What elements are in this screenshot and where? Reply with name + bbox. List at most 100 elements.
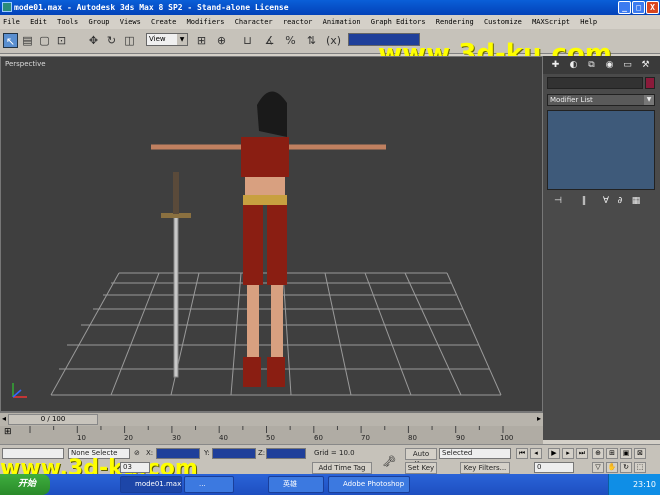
menu-customize[interactable]: Customize <box>484 18 522 26</box>
perspective-viewport[interactable]: Perspective <box>0 56 543 412</box>
named-selection-icon[interactable]: (x) <box>326 33 341 48</box>
field-of-view-icon[interactable]: ▽ <box>592 462 604 473</box>
prev-frame-icon[interactable]: ◂ <box>2 414 6 423</box>
select-manipulate-icon[interactable]: ⊕ <box>214 33 229 48</box>
zoom-extents-icon[interactable]: ▣ <box>620 448 632 459</box>
zoom-extents-all-icon[interactable]: ⊠ <box>634 448 646 459</box>
object-color-swatch[interactable] <box>645 77 655 89</box>
tick-label: 60 <box>314 434 323 442</box>
pin-stack-icon[interactable]: ⊣ <box>551 194 565 208</box>
move-icon[interactable]: ✥ <box>86 33 101 48</box>
menu-tools[interactable]: Tools <box>57 18 78 26</box>
track-bar[interactable]: ⊞ 10 20 30 40 50 60 70 80 90 100 <box>0 426 543 444</box>
rotate-icon[interactable]: ↻ <box>104 33 119 48</box>
snap-icon[interactable]: ⊔ <box>240 33 255 48</box>
modifier-stack[interactable] <box>547 110 655 190</box>
select-by-name-icon[interactable]: ▤ <box>20 33 35 48</box>
frame-field[interactable]: 0 <box>534 462 574 473</box>
tick-label: 10 <box>77 434 86 442</box>
menu-character[interactable]: Character <box>235 18 273 26</box>
tick-label: 70 <box>361 434 370 442</box>
axis-tripod-icon <box>12 383 27 398</box>
time-slider[interactable]: 0 / 100 <box>8 414 98 425</box>
spinner-snap-icon[interactable]: ⇅ <box>304 33 319 48</box>
orbit-icon[interactable]: ↻ <box>620 462 632 473</box>
menu-views[interactable]: Views <box>120 18 141 26</box>
main-toolbar: ↖ ▤ ▢ ⊡ ✥ ↻ ◫ View ▼ ⊞ ⊕ ⊔ ∡ % ⇅ (x) www… <box>0 29 660 69</box>
chevron-down-icon: ▼ <box>177 34 187 45</box>
create-tab-icon[interactable]: ✚ <box>549 59 562 71</box>
menu-bar: File Edit Tools Group Views Create Modif… <box>0 15 660 29</box>
prev-key-icon[interactable]: ◂ <box>530 448 542 459</box>
make-unique-icon[interactable]: ∀ <box>599 194 613 208</box>
motion-tab-icon[interactable]: ◉ <box>603 59 616 71</box>
scale-icon[interactable]: ◫ <box>122 33 137 48</box>
task-3dsmax[interactable]: mode01.max - ... <box>120 476 182 493</box>
auto-key-button[interactable]: Auto Key <box>405 448 437 468</box>
pan-icon[interactable]: ✋ <box>606 462 618 473</box>
character-model[interactable] <box>151 91 386 387</box>
zoom-all-icon[interactable]: ⊞ <box>606 448 618 459</box>
y-coordinate-field[interactable] <box>212 448 256 459</box>
app-icon[interactable] <box>2 2 12 12</box>
maximize-viewport-icon[interactable]: ⬚ <box>634 462 646 473</box>
maximize-button[interactable]: □ <box>632 1 645 14</box>
close-button[interactable]: X <box>646 1 659 14</box>
menu-reactor[interactable]: reactor <box>283 18 313 26</box>
menu-edit[interactable]: Edit <box>30 18 47 26</box>
menu-modifiers[interactable]: Modifiers <box>187 18 225 26</box>
task-window[interactable]: ... <box>184 476 234 493</box>
menu-help[interactable]: Help <box>580 18 597 26</box>
menu-animation[interactable]: Animation <box>323 18 361 26</box>
hierarchy-tab-icon[interactable]: ⧉ <box>585 59 598 71</box>
chevron-down-icon: ▼ <box>644 95 654 105</box>
tick-label: 100 <box>500 434 514 442</box>
add-time-tag-button[interactable]: Add Time Tag <box>312 462 372 474</box>
key-mode-icon[interactable]: 🗝 <box>382 455 396 468</box>
play-icon[interactable]: ▶ <box>548 448 560 459</box>
menu-graph-editors[interactable]: Graph Editors <box>371 18 426 26</box>
sword-model[interactable] <box>161 172 191 378</box>
scene-graphic <box>12 91 502 398</box>
grid-readout: Grid = 10.0 <box>314 449 355 457</box>
z-label: Z: <box>258 449 266 457</box>
go-to-end-icon[interactable]: ⏭ <box>576 448 588 459</box>
reference-coord-dropdown[interactable]: View ▼ <box>146 33 188 46</box>
start-button[interactable]: 开始 <box>0 474 50 495</box>
angle-snap-icon[interactable]: ∡ <box>262 33 277 48</box>
menu-maxscript[interactable]: MAXScript <box>532 18 570 26</box>
utilities-tab-icon[interactable]: ⚒ <box>639 59 652 71</box>
next-frame-icon[interactable]: ▸ <box>537 414 541 423</box>
taskbar: 开始 mode01.max - ... ... 英雄 Adobe Photosh… <box>0 474 660 495</box>
set-key-button[interactable]: Set Key <box>405 462 437 474</box>
display-tab-icon[interactable]: ▭ <box>621 59 634 71</box>
title-bar: mode01.max - Autodesk 3ds Max 8 SP2 - St… <box>0 0 660 15</box>
modifier-list-dropdown[interactable]: Modifier List ▼ <box>547 94 655 106</box>
percent-snap-icon[interactable]: % <box>283 33 298 48</box>
menu-file[interactable]: File <box>3 18 20 26</box>
zoom-icon[interactable]: ⊕ <box>592 448 604 459</box>
menu-rendering[interactable]: Rendering <box>436 18 474 26</box>
select-region-icon[interactable]: ▢ <box>37 33 52 48</box>
go-to-start-icon[interactable]: ⏮ <box>516 448 528 459</box>
menu-group[interactable]: Group <box>88 18 109 26</box>
command-panel-tabs: ✚ ◐ ⧉ ◉ ▭ ⚒ <box>543 56 660 74</box>
script-listener-field[interactable]: 03 <box>120 462 150 473</box>
modify-tab-icon[interactable]: ◐ <box>567 59 580 71</box>
object-name-field[interactable] <box>547 77 643 89</box>
menu-create[interactable]: Create <box>151 18 176 26</box>
select-object-icon[interactable]: ↖ <box>3 33 18 48</box>
next-key-icon[interactable]: ▸ <box>562 448 574 459</box>
configure-sets-icon[interactable]: ▦ <box>629 194 643 208</box>
show-end-result-icon[interactable]: ‖ <box>577 194 591 208</box>
minimize-button[interactable]: _ <box>618 1 631 14</box>
window-crossing-icon[interactable]: ⊡ <box>54 33 69 48</box>
remove-modifier-icon[interactable]: ∂ <box>613 194 627 208</box>
auto-key-dropdown[interactable]: Selected <box>439 448 511 459</box>
time-slider-bar: 0 / 100 ◂ ▸ <box>0 412 543 426</box>
task-photoshop[interactable]: Adobe Photoshop <box>328 476 410 493</box>
pivot-center-icon[interactable]: ⊞ <box>194 33 209 48</box>
z-coordinate-field[interactable] <box>266 448 306 459</box>
task-hero[interactable]: 英雄 <box>268 476 324 493</box>
key-filters-button[interactable]: Key Filters... <box>460 462 510 474</box>
